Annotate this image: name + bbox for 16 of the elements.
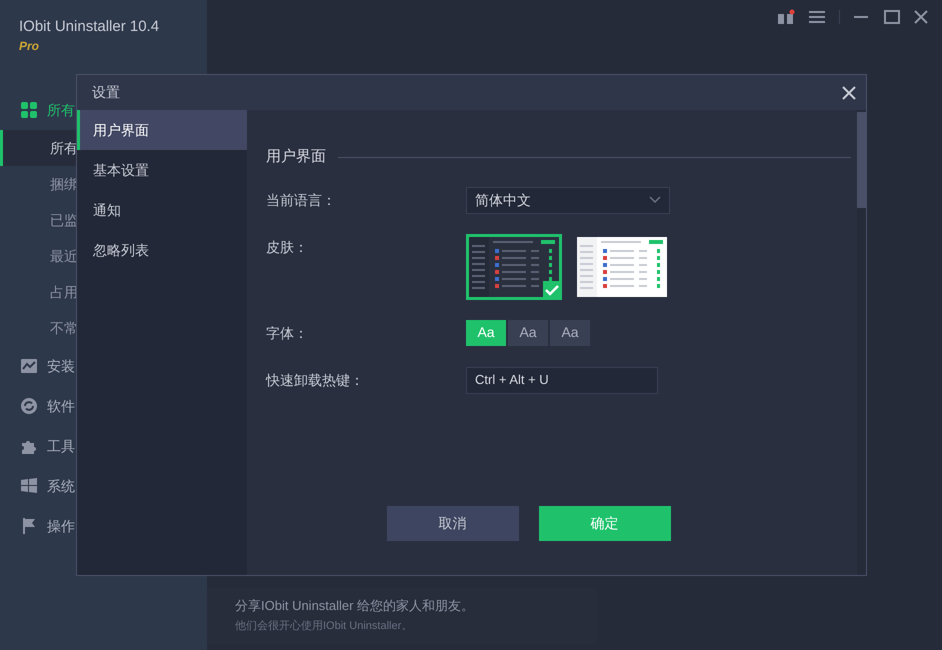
- sidebar-group-label: 工具: [47, 436, 75, 456]
- dialog-title: 设置: [92, 83, 120, 102]
- share-text: 分享IObit Uninstaller 给您的家人和朋友。: [235, 597, 476, 615]
- sidebar-group-label: 软件: [47, 396, 75, 416]
- sidebar-group-label: 所有: [47, 100, 75, 120]
- edition-label: Pro: [19, 38, 40, 55]
- share-subtext: 他们会很开心使用IObit Uninstaller。: [235, 618, 414, 634]
- section-title: 用户界面: [266, 147, 326, 167]
- field-label: 皮肤：: [266, 238, 309, 256]
- sidebar-group-label: 操作: [47, 516, 75, 536]
- app-title: IObit Uninstaller 10.4: [19, 17, 160, 37]
- field-label: 当前语言：: [266, 190, 337, 210]
- field-label: 字体：: [266, 324, 309, 342]
- sidebar-group-label: 安装: [47, 356, 75, 376]
- sidebar-group-label: 系统: [47, 476, 75, 496]
- field-label: 快速卸载热键：: [266, 370, 365, 390]
